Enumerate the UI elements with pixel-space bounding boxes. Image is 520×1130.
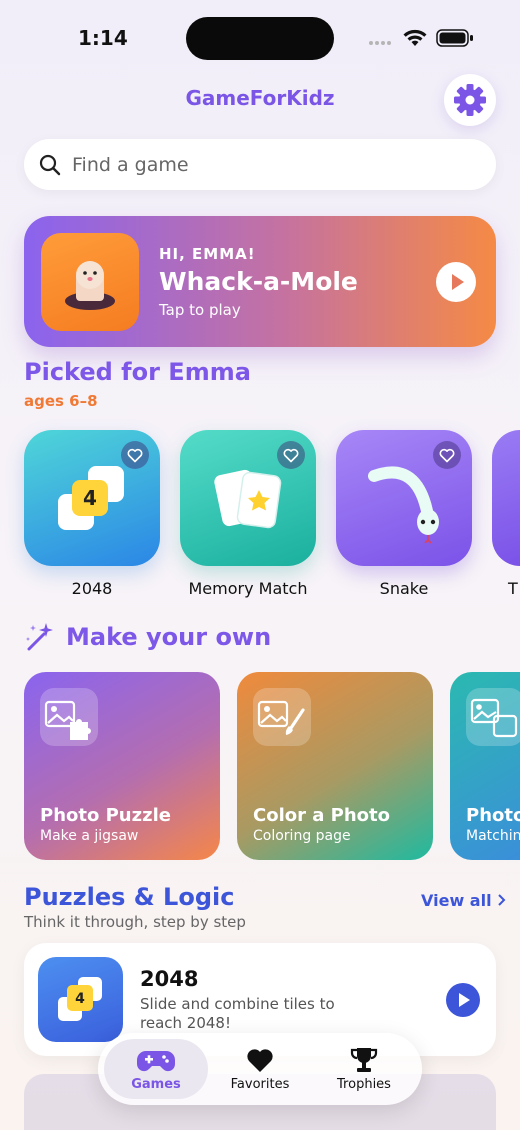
- app-title: GameForKidz: [185, 86, 335, 110]
- nav-label-favorites: Favorites: [230, 1077, 290, 1092]
- whack-a-mole-thumbnail: [41, 233, 139, 331]
- favorite-button[interactable]: [121, 441, 149, 469]
- game-label: 2048: [71, 579, 113, 598]
- game-label: T: [508, 579, 518, 598]
- view-all-link[interactable]: View all: [421, 891, 507, 910]
- make-section-title: Make your own: [66, 623, 272, 651]
- tile-number: 4: [83, 486, 97, 510]
- card-title: Photo Puzzle: [40, 805, 171, 826]
- favorite-button[interactable]: [277, 441, 305, 469]
- search-input[interactable]: [70, 147, 474, 183]
- photo-match-card[interactable]: Photo Matchin: [450, 672, 520, 860]
- heart-outline-icon: [127, 448, 143, 462]
- view-all-label: View all: [421, 891, 492, 910]
- puzzles-section-subtitle: Think it through, step by step: [24, 913, 246, 931]
- game-description: Slide and combine tiles to reach 2048!: [140, 995, 335, 1032]
- featured-game-card[interactable]: HI, EMMA! Whack-a-Mole Tap to play: [24, 216, 496, 347]
- nav-tab-games[interactable]: Games: [104, 1039, 208, 1099]
- photo-match-icon-bg: [466, 688, 520, 746]
- heart-outline-icon: [283, 448, 299, 462]
- gamepad-icon: [136, 1051, 176, 1072]
- card-subtitle: Coloring page: [253, 828, 351, 844]
- nav-tab-trophies[interactable]: Trophies: [312, 1039, 416, 1099]
- color-photo-icon-bg: [253, 688, 311, 746]
- play-button[interactable]: [436, 262, 476, 302]
- wifi-icon: [403, 29, 427, 46]
- trophy-icon: [350, 1048, 378, 1072]
- game-thumbnail-2048: 4: [38, 957, 123, 1042]
- game-label: Snake: [379, 579, 429, 598]
- game-title: 2048: [140, 967, 199, 991]
- gear-icon: [454, 84, 486, 116]
- status-time: 1:14: [78, 26, 128, 50]
- chevron-right-icon: [498, 894, 506, 906]
- age-range: ages 6–8: [24, 392, 98, 410]
- puzzles-section-title: Puzzles & Logic: [24, 883, 235, 911]
- photo-puzzle-card[interactable]: Photo Puzzle Make a jigsaw: [24, 672, 220, 860]
- play-icon: [452, 274, 464, 290]
- card-title: Photo: [466, 805, 520, 826]
- tiles-icon: 4: [58, 466, 124, 530]
- nav-label-games: Games: [131, 1077, 181, 1092]
- battery-icon: [436, 29, 473, 47]
- magic-wand-icon: [26, 623, 53, 651]
- featured-game-subtitle: Tap to play: [159, 301, 241, 319]
- card-subtitle: Matchin: [466, 828, 520, 844]
- heart-outline-icon: [439, 448, 455, 462]
- nav-tab-favorites[interactable]: Favorites: [208, 1039, 312, 1099]
- settings-button[interactable]: [444, 74, 496, 126]
- mole-icon: [65, 261, 115, 310]
- heart-icon: [247, 1049, 273, 1072]
- play-button[interactable]: [446, 983, 480, 1017]
- game-label: Memory Match: [188, 579, 308, 598]
- game-tile-2048[interactable]: 4: [24, 430, 160, 566]
- card-subtitle: Make a jigsaw: [40, 828, 139, 844]
- card-title: Color a Photo: [253, 805, 391, 826]
- play-icon: [459, 993, 470, 1007]
- picked-section-title: Picked for Emma: [24, 358, 251, 386]
- cards-icon: [214, 469, 282, 529]
- color-photo-icon: [257, 700, 305, 735]
- tiles-icon: 4: [58, 977, 102, 1021]
- search-icon: [39, 154, 61, 176]
- game-tile-snake[interactable]: [336, 430, 472, 566]
- game-tile-partial[interactable]: [492, 430, 520, 566]
- greeting: HI, EMMA!: [159, 245, 256, 263]
- nav-label-trophies: Trophies: [337, 1077, 391, 1092]
- photo-puzzle-icon-bg: [40, 688, 98, 746]
- tile-number: 4: [75, 991, 85, 1007]
- dynamic-island: [186, 17, 334, 60]
- search-bar[interactable]: [24, 139, 496, 190]
- photo-match-icon: [470, 698, 518, 738]
- game-tile-memory-match[interactable]: [180, 430, 316, 566]
- bottom-nav: Games Favorites Trophies: [98, 1033, 422, 1105]
- cellular-signal-icon: [369, 41, 395, 45]
- favorite-button[interactable]: [433, 441, 461, 469]
- photo-puzzle-icon: [44, 700, 91, 740]
- color-a-photo-card[interactable]: Color a Photo Coloring page: [237, 672, 433, 860]
- featured-game-title: Whack-a-Mole: [159, 267, 358, 296]
